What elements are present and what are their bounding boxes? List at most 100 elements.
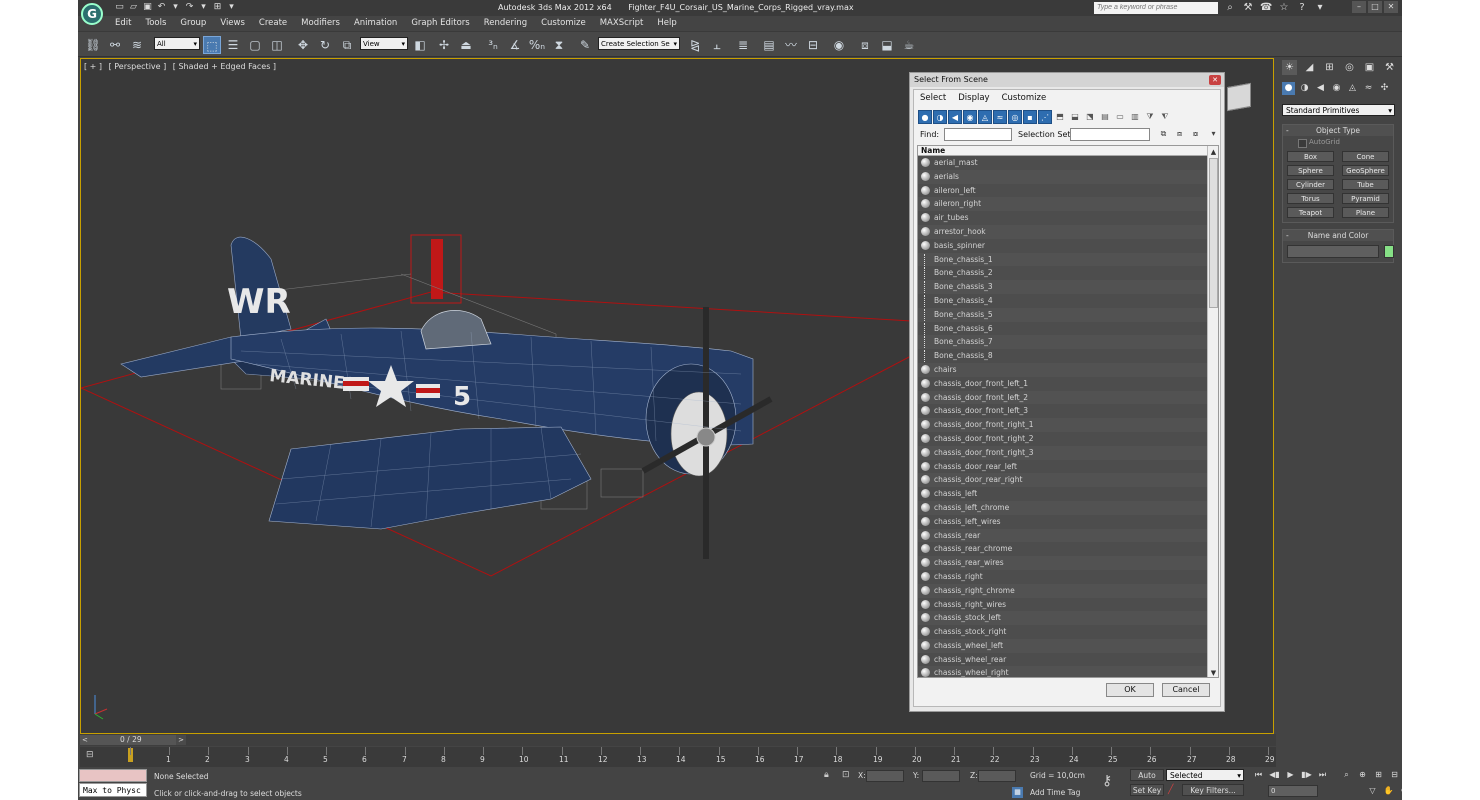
list-item[interactable]: chassis_wheel_left <box>918 638 1208 653</box>
display-tab-icon[interactable]: ▣ <box>1362 60 1377 75</box>
list-item[interactable]: chassis_right_chrome <box>918 583 1208 598</box>
ok-button[interactable]: OK <box>1106 683 1154 697</box>
menu-customize[interactable]: Customize <box>534 17 593 30</box>
list-item[interactable]: Bone_chassis_4 <box>918 293 1208 308</box>
selection-set-add-icon[interactable]: ⧉ <box>1158 129 1169 140</box>
autogrid-checkbox[interactable]: AutoGrid <box>1283 136 1393 148</box>
geosphere-button[interactable]: GeoSphere <box>1342 165 1389 176</box>
field-of-view-icon[interactable]: ▽ <box>1366 785 1379 797</box>
modify-tab-icon[interactable]: ◢ <box>1302 60 1317 75</box>
undo-dropdown-icon[interactable]: ▾ <box>170 2 181 13</box>
sphere-button[interactable]: Sphere <box>1287 165 1334 176</box>
select-invert-icon[interactable]: ▥ <box>1128 110 1142 124</box>
schematic-view-icon[interactable]: ⊟ <box>804 36 822 54</box>
zoom-all-icon[interactable]: ⊕ <box>1356 769 1369 781</box>
list-item[interactable]: Bone_chassis_7 <box>918 335 1208 350</box>
time-config-icon[interactable] <box>1322 785 1335 797</box>
sync-selection-icon[interactable]: ⧩ <box>1143 110 1157 124</box>
lock-selection-icon[interactable]: 🔒︎ <box>824 770 829 780</box>
next-frame-icon[interactable]: ▮▶ <box>1300 769 1313 781</box>
menu-modifiers[interactable]: Modifiers <box>294 17 347 30</box>
keyboard-shortcut-icon[interactable]: ⏏ <box>457 36 475 54</box>
favorites-icon[interactable]: ☆ <box>1278 2 1290 13</box>
go-to-end-icon[interactable]: ⏭ <box>1316 769 1329 781</box>
menu-group[interactable]: Group <box>173 17 213 30</box>
application-menu-button[interactable]: G <box>81 3 103 25</box>
list-item[interactable]: chairs <box>918 362 1208 377</box>
dialog-menu-customize[interactable]: Customize <box>1002 93 1047 103</box>
menu-animation[interactable]: Animation <box>347 17 404 30</box>
play-icon[interactable]: ▶ <box>1284 769 1297 781</box>
list-item[interactable]: Bone_chassis_1 <box>918 252 1208 267</box>
bind-space-warp-icon[interactable]: ≋ <box>128 36 146 54</box>
tools-icon[interactable]: ⚒ <box>1242 2 1254 13</box>
set-key-button[interactable]: Set Key <box>1130 784 1164 796</box>
menu-tools[interactable]: Tools <box>138 17 173 30</box>
create-tab-icon[interactable]: ☀ <box>1282 60 1297 75</box>
list-item[interactable]: Bone_chassis_3 <box>918 280 1208 294</box>
space-warps-icon[interactable]: ≈ <box>1362 82 1375 95</box>
filter-shapes-icon[interactable]: ◑ <box>933 110 947 124</box>
link-icon[interactable]: ⛓ <box>84 36 102 54</box>
named-selection-dropdown[interactable]: Create Selection Se <box>598 37 680 51</box>
pan-icon[interactable]: ✋ <box>1382 785 1395 797</box>
filter-options-icon[interactable]: ⧨ <box>1158 110 1172 124</box>
list-item[interactable]: chassis_left <box>918 487 1208 501</box>
absolute-mode-icon[interactable]: ⊡ <box>842 770 850 780</box>
list-item[interactable]: Bone_chassis_5 <box>918 307 1208 322</box>
list-item[interactable]: chassis_door_front_right_3 <box>918 445 1208 460</box>
key-icon[interactable]: ╱ <box>1168 785 1173 795</box>
percent-snap-icon[interactable]: %ₙ <box>528 36 546 54</box>
render-production-icon[interactable]: ☕ <box>900 36 918 54</box>
list-item[interactable]: chassis_wheel_rear <box>918 652 1208 667</box>
redo-icon[interactable]: ↷ <box>184 2 195 13</box>
filter-xrefs-icon[interactable]: ▪ <box>1023 110 1037 124</box>
y-coordinate-input[interactable] <box>922 770 960 782</box>
cylinder-button[interactable]: Cylinder <box>1287 179 1334 190</box>
list-item[interactable]: chassis_door_front_left_2 <box>918 390 1208 405</box>
current-frame-input[interactable]: 0 <box>1268 785 1318 797</box>
mini-curve-editor-icon[interactable]: ⊟ <box>86 750 100 762</box>
scroll-thumb[interactable] <box>1209 158 1218 308</box>
qat-dropdown-icon[interactable]: ▾ <box>226 2 237 13</box>
list-item[interactable]: chassis_wheel_right <box>918 666 1208 677</box>
object-color-swatch[interactable] <box>1384 245 1394 258</box>
angle-snap-icon[interactable]: ∡ <box>506 36 524 54</box>
cancel-button[interactable]: Cancel <box>1162 683 1210 697</box>
move-icon[interactable]: ✥ <box>294 36 312 54</box>
menu-help[interactable]: Help <box>650 17 683 30</box>
filter-groups-icon[interactable]: ◎ <box>1008 110 1022 124</box>
list-item[interactable]: arrestor_hook <box>918 224 1208 239</box>
cone-button[interactable]: Cone <box>1342 151 1389 162</box>
scale-icon[interactable]: ⧉ <box>338 36 356 54</box>
dialog-title-bar[interactable]: Select From Scene ✕ <box>910 73 1224 87</box>
time-tag-icon[interactable]: ▦ <box>1012 787 1023 798</box>
list-item[interactable]: chassis_rear <box>918 528 1208 543</box>
list-item[interactable]: Bone_chassis_8 <box>918 349 1208 363</box>
motion-tab-icon[interactable]: ◎ <box>1342 60 1357 75</box>
select-all-icon[interactable]: ▤ <box>1098 110 1112 124</box>
graphite-ribbon-icon[interactable]: ▤ <box>760 36 778 54</box>
torus-button[interactable]: Torus <box>1287 193 1334 204</box>
tube-button[interactable]: Tube <box>1342 179 1389 190</box>
menu-maxscript[interactable]: MAXScript <box>593 17 651 30</box>
scroll-up-icon[interactable]: ▲ <box>1209 147 1218 157</box>
dialog-menu-select[interactable]: Select <box>920 93 946 103</box>
spinner-snap-icon[interactable]: ⧗ <box>550 36 568 54</box>
list-item[interactable]: Bone_chassis_6 <box>918 321 1208 336</box>
list-item[interactable]: aerials <box>918 169 1208 184</box>
zoom-icon[interactable]: ⌕ <box>1340 769 1353 781</box>
invert-display-icon[interactable]: ⬔ <box>1083 110 1097 124</box>
list-item[interactable]: aileron_left <box>918 183 1208 198</box>
list-item[interactable]: chassis_right <box>918 569 1208 584</box>
material-editor-icon[interactable]: ◉ <box>830 36 848 54</box>
reference-coord-dropdown[interactable]: View <box>360 37 408 51</box>
cameras-icon[interactable]: ◉ <box>1330 82 1343 95</box>
zoom-extents-all-icon[interactable]: ⊟ <box>1388 769 1401 781</box>
filter-geometry-icon[interactable]: ● <box>918 110 932 124</box>
z-coordinate-input[interactable] <box>978 770 1016 782</box>
filter-bones-icon[interactable]: ⋰ <box>1038 110 1052 124</box>
layer-manager-icon[interactable]: ≣ <box>734 36 752 54</box>
geometry-icon[interactable]: ● <box>1282 82 1295 95</box>
rendered-frame-window-icon[interactable]: ⬓ <box>878 36 896 54</box>
